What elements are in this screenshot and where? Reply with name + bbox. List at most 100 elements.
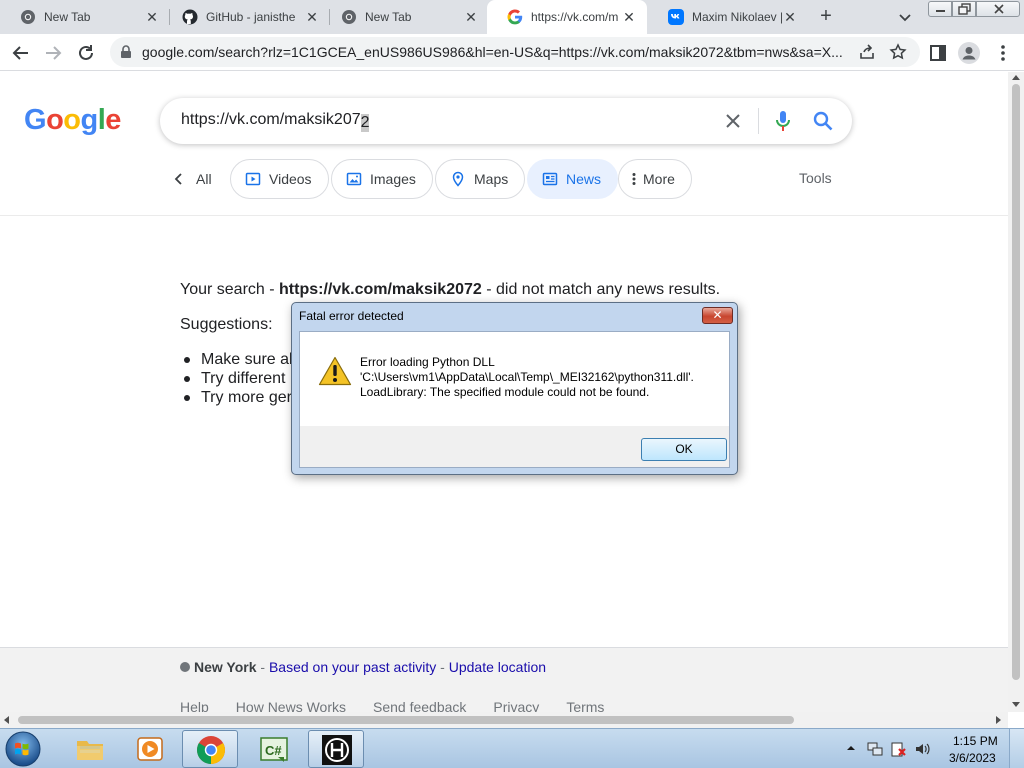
map-pin-icon: [452, 171, 464, 187]
search-box[interactable]: https://vk.com/maksik2072: [160, 98, 852, 144]
new-tab-button[interactable]: +: [814, 5, 838, 29]
maximize-button[interactable]: [952, 1, 976, 17]
taskbar-app[interactable]: [308, 730, 364, 768]
lock-icon[interactable]: [120, 45, 132, 59]
vertical-scroll-thumb[interactable]: [1012, 84, 1020, 680]
footer-link-how-news-works[interactable]: How News Works: [236, 699, 346, 712]
microphone-icon[interactable]: [772, 109, 794, 133]
chrome-icon: [21, 10, 35, 24]
close-icon[interactable]: ✕: [304, 9, 320, 25]
address-bar[interactable]: google.com/search?rlz=1C1GCEA_enUS986US9…: [110, 37, 920, 67]
filter-more[interactable]: More: [618, 159, 692, 199]
tools-button[interactable]: Tools: [799, 170, 832, 186]
kebab-menu-icon[interactable]: [992, 42, 1014, 64]
ok-button[interactable]: OK: [641, 438, 727, 461]
chrome-icon: [197, 736, 225, 764]
dialog-button-area: OK: [300, 426, 729, 467]
svg-text:C#: C#: [265, 743, 282, 758]
past-activity-link[interactable]: Based on your past activity: [269, 659, 436, 675]
update-location-link[interactable]: Update location: [449, 659, 546, 675]
forward-arrow-icon[interactable]: [42, 42, 64, 64]
window-close-button[interactable]: [976, 1, 1020, 17]
close-icon[interactable]: ✕: [463, 9, 479, 25]
media-player-icon: [137, 737, 163, 761]
location-row: New York - Based on your past activity -…: [180, 659, 546, 675]
dialog-message: Error loading Python DLL 'C:\Users\vm1\A…: [360, 355, 694, 400]
explorer-icon: [77, 741, 103, 760]
close-icon[interactable]: ✕: [621, 9, 637, 25]
app-icon: [322, 735, 352, 765]
vertical-scrollbar[interactable]: [1008, 72, 1024, 712]
divider: [758, 108, 759, 134]
filter-videos[interactable]: Videos: [230, 159, 329, 199]
tab-title: https://vk.com/m: [531, 10, 619, 24]
taskbar-explorer[interactable]: [62, 730, 118, 768]
chevron-up-icon[interactable]: [846, 743, 856, 753]
header-divider: [0, 215, 1008, 216]
error-line-1: Error loading Python DLL: [360, 355, 495, 369]
side-panel-icon[interactable]: [927, 42, 949, 64]
minimize-button[interactable]: [928, 1, 952, 17]
taskbar-csharp[interactable]: C#: [246, 730, 302, 768]
footer-links: Help How News Works Send feedback Privacy Te…: [180, 699, 631, 712]
no-results-message: Your search - https://vk.com/maksik2072 …: [180, 281, 721, 298]
tab-github[interactable]: GitHub - janisthe ✕: [162, 0, 330, 34]
search-icon[interactable]: [811, 109, 835, 133]
scroll-up-arrow-icon[interactable]: [1012, 75, 1020, 80]
image-icon: [346, 172, 362, 186]
close-icon[interactable]: [722, 110, 744, 132]
filter-news[interactable]: News: [527, 159, 619, 199]
close-icon[interactable]: ✕: [144, 9, 160, 25]
footer-link-terms[interactable]: Terms: [566, 699, 604, 712]
scroll-left-arrow-icon[interactable]: [4, 716, 9, 724]
tab-title: New Tab: [365, 10, 412, 24]
reload-icon[interactable]: [75, 42, 97, 64]
tab-new-tab-2[interactable]: New Tab ✕: [321, 0, 489, 34]
show-desktop-button[interactable]: [1009, 729, 1024, 768]
clock-date[interactable]: 3/6/2023: [949, 751, 996, 765]
video-icon: [245, 172, 261, 186]
tab-google-search[interactable]: https://vk.com/m ✕: [487, 0, 647, 34]
action-center-icon[interactable]: [890, 740, 908, 758]
csharp-icon: C#: [260, 737, 288, 762]
filter-all[interactable]: All: [172, 159, 212, 199]
warning-icon: [318, 356, 352, 386]
google-logo[interactable]: Google: [24, 104, 121, 137]
tab-title: GitHub - janisthe: [206, 10, 296, 24]
vk-icon: [668, 9, 684, 25]
filter-maps[interactable]: Maps: [435, 159, 526, 199]
volume-icon[interactable]: [914, 740, 932, 758]
windows-taskbar: C# 1:15 PM 3/6/2023: [0, 728, 1024, 768]
tab-new-tab-1[interactable]: New Tab ✕: [0, 0, 170, 34]
search-input[interactable]: https://vk.com/maksik2072: [181, 111, 370, 132]
network-icon[interactable]: [866, 740, 884, 758]
error-line-3: LoadLibrary: The specified module could …: [360, 385, 650, 399]
back-arrow-icon[interactable]: [10, 42, 32, 64]
tab-vk[interactable]: Maxim Nikolaev | ✕: [648, 0, 808, 34]
news-icon: [542, 172, 558, 186]
scroll-right-arrow-icon[interactable]: [996, 716, 1001, 724]
horizontal-scroll-thumb[interactable]: [18, 716, 794, 724]
tab-title: Maxim Nikolaev |: [692, 10, 782, 24]
tab-strip: New Tab ✕ GitHub - janisthe ✕ New Tab ✕ …: [0, 0, 1024, 34]
text-selection: 2: [360, 114, 370, 132]
footer-link-privacy[interactable]: Privacy: [493, 699, 539, 712]
browser-toolbar: google.com/search?rlz=1C1GCEA_enUS986US9…: [0, 34, 1024, 71]
footer-link-help[interactable]: Help: [180, 699, 209, 712]
taskbar-media-player[interactable]: [122, 730, 178, 768]
chrome-icon: [342, 10, 356, 24]
filter-images[interactable]: Images: [331, 159, 433, 199]
scroll-down-arrow-icon[interactable]: [1012, 702, 1020, 707]
close-icon[interactable]: ✕: [782, 9, 798, 25]
taskbar-chrome[interactable]: [182, 730, 238, 768]
dialog-close-button[interactable]: ✕: [702, 307, 733, 324]
footer-link-send-feedback[interactable]: Send feedback: [373, 699, 466, 712]
start-button[interactable]: [4, 730, 42, 768]
horizontal-scrollbar[interactable]: [0, 712, 1008, 728]
bookmark-star-icon[interactable]: [889, 43, 907, 61]
clock-time[interactable]: 1:15 PM: [953, 734, 998, 748]
profile-avatar[interactable]: [958, 42, 980, 64]
share-icon[interactable]: [858, 43, 876, 61]
tab-title: New Tab: [44, 10, 91, 24]
chevron-down-icon[interactable]: [896, 8, 914, 26]
